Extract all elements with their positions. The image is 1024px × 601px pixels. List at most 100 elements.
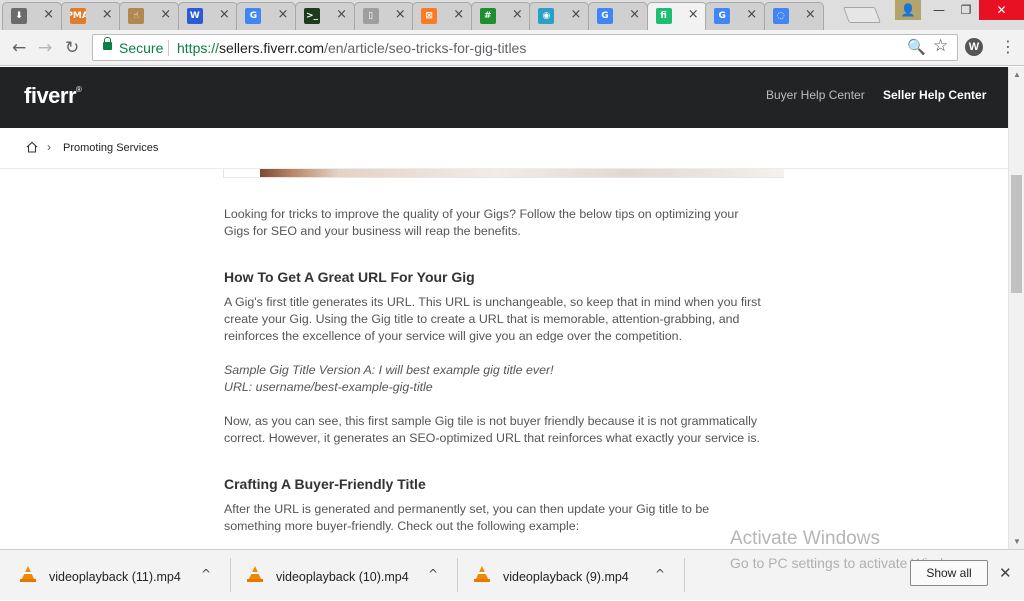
heading-great-url: How To Get A Great URL For Your Gig [224,269,475,285]
google-icon: G [245,8,262,24]
browser-tab[interactable]: ⬇ × [2,2,62,30]
download-shelf: videoplayback (11).mp4 ^ videoplayback (10… [0,549,1024,600]
intro-line: Looking for tricks to improve the qualit… [224,207,739,221]
url-host: sellers.fiverr.com [219,40,325,56]
menu-icon[interactable]: ⋮ [1000,37,1016,56]
page-scrollbar[interactable]: ▲ ▼ [1008,67,1024,549]
download-icon: ⬇ [11,8,27,24]
tab-close-icon[interactable]: × [688,7,699,22]
scroll-thumb[interactable] [1011,175,1022,293]
tab-close-icon[interactable]: × [570,7,581,22]
loading-icon: ◌ [772,8,789,24]
tab-close-icon[interactable]: × [219,7,230,22]
tab-close-icon[interactable]: × [395,7,406,22]
maximize-button[interactable]: ❐ [953,0,979,20]
reload-icon[interactable]: ↻ [65,38,79,58]
grid-icon: # [479,8,496,24]
activate-windows-title: Activate Windows [730,528,880,549]
logo-text: fiverr [24,83,77,108]
tab-close-icon[interactable]: × [277,7,288,22]
search-icon[interactable]: 🔍 [907,38,926,56]
browser-tab[interactable]: PMA × [60,2,121,30]
page-icon: ▯ [362,8,379,24]
scroll-up-icon[interactable]: ▲ [1013,70,1021,79]
chevron-up-icon[interactable]: ^ [655,567,665,581]
browser-tab[interactable]: ▯ × [353,2,414,30]
browser-tab[interactable]: ◌ × [763,2,824,30]
download-item[interactable]: videoplayback (11).mp4 ^ [0,550,231,601]
breadcrumb-current[interactable]: Promoting Services [63,142,158,154]
bookmark-star-icon[interactable]: ☆ [933,36,948,56]
logo-registered-mark: ® [76,85,82,94]
new-tab-button[interactable] [843,7,881,23]
browser-tab[interactable]: ◉ × [529,2,590,30]
tab-close-icon[interactable]: × [805,7,816,22]
fiverr-logo[interactable]: fiverr® [24,83,82,109]
download-item[interactable]: videoplayback (10).mp4 ^ [227,550,458,601]
profile-icon[interactable]: 👤 [895,0,921,20]
breadcrumb-separator: › [47,140,51,154]
xampp-icon: ⊠ [421,8,438,24]
close-window-button[interactable]: ✕ [979,0,1024,20]
scroll-down-icon[interactable]: ▼ [1013,537,1021,546]
tab-close-icon[interactable]: × [102,7,113,22]
browser-tab[interactable]: G × [236,2,297,30]
fiverr-icon: fi [655,8,672,24]
seller-help-center-link[interactable]: Seller Help Center [883,88,986,102]
chevron-up-icon[interactable]: ^ [201,567,211,581]
paragraph-sample-explanation: Now, as you can see, this first sample G… [224,413,784,447]
tab-close-icon[interactable]: × [453,7,464,22]
terminal-icon: >_ [304,8,320,24]
google-icon: G [714,8,731,24]
browser-tab[interactable]: >_ × [295,2,355,30]
close-shelf-icon[interactable]: ✕ [999,564,1012,582]
breadcrumb: › Promoting Services [0,128,1008,169]
browser-toolbar: ← → ↻ Secure https://sellers.fiverr.com/… [0,30,1024,66]
home-icon[interactable] [26,141,38,153]
google-icon: G [597,8,613,24]
download-divider [684,558,685,592]
chevron-up-icon[interactable]: ^ [428,567,438,581]
sample-title-block: Sample Gig Title Version A: I will best … [224,362,784,396]
browser-tab[interactable]: G × [705,2,766,30]
browser-tab[interactable]: G × [588,2,648,30]
browser-tab[interactable]: ☝ × [119,2,180,30]
address-bar[interactable]: Secure https://sellers.fiverr.com/en/art… [92,34,958,61]
tab-close-icon[interactable]: × [512,7,523,22]
back-icon[interactable]: ← [12,38,26,58]
tab-close-icon[interactable]: × [336,7,347,22]
buyer-help-center-link[interactable]: Buyer Help Center [766,88,865,102]
browser-tab[interactable]: fi × [646,2,707,30]
paragraph-line: create your Gig. Using the Gig title to … [224,312,740,326]
paragraph-url: A Gig's first title generates its URL. T… [224,294,784,345]
paragraph-line: Now, as you can see, this first sample G… [224,414,758,428]
paragraph-buyer-friendly: After the URL is generated and permanent… [224,501,784,535]
paragraph-line: A Gig's first title generates its URL. T… [224,295,761,309]
download-item[interactable]: videoplayback (9).mp4 ^ [454,550,685,601]
browser-tab[interactable]: W × [177,2,238,30]
vlc-icon-stripe [478,572,486,574]
sample-line: URL: username/best-example-gig-title [224,380,433,394]
download-filename: videoplayback (10).mp4 [276,570,409,584]
intro-paragraph: Looking for tricks to improve the qualit… [224,206,784,240]
pma-icon: PMA [69,8,86,24]
lock-icon [103,37,112,50]
tab-close-icon[interactable]: × [629,7,640,22]
url-text[interactable]: https://sellers.fiverr.com/en/article/se… [177,40,526,56]
browser-tab[interactable]: ⊠ × [412,2,473,30]
paragraph-line: correct. However, it generates an SEO-op… [224,431,760,445]
heading-buyer-friendly: Crafting A Buyer-Friendly Title [224,476,426,492]
minimize-button[interactable]: — [925,0,953,20]
extension-w-icon[interactable]: W [965,38,983,56]
w-icon: W [186,8,203,24]
show-all-downloads-button[interactable]: Show all [910,560,988,586]
tab-strip: ⬇ × PMA × ☝ × W × G × >_ × ▯ × ⊠ × # × ◉ × G × fi × G × ◌ × 👤 — ❐ ✕ [0,0,1024,30]
tab-close-icon[interactable]: × [43,7,54,22]
tab-close-icon[interactable]: × [160,7,171,22]
address-divider [168,40,169,56]
hand-cursor-icon: ☝ [128,8,145,24]
forward-icon[interactable]: → [38,38,52,58]
tab-close-icon[interactable]: × [746,7,757,22]
browser-tab[interactable]: # × [470,2,531,30]
download-filename: videoplayback (9).mp4 [503,570,629,584]
